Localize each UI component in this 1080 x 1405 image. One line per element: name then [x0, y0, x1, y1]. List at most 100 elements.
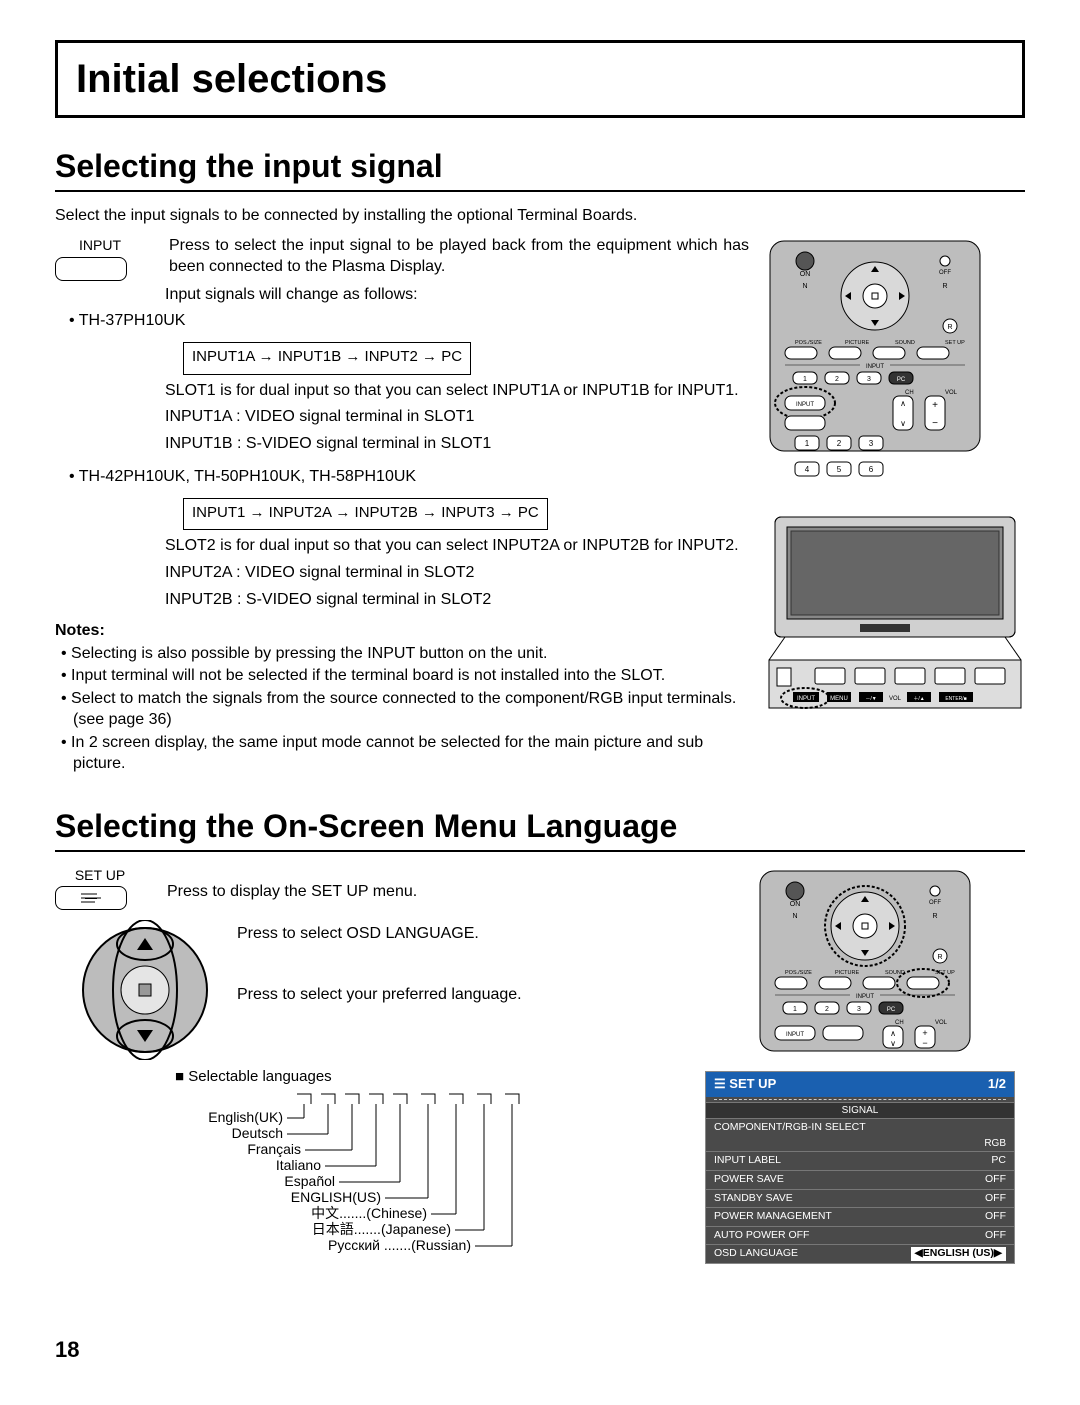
osd-menu: ☰ SET UP 1/2 SIGNAL COMPONENT/RGB-IN SEL…: [705, 1071, 1015, 1264]
svg-text:VOL: VOL: [945, 390, 958, 396]
slot1-a: INPUT1A : VIDEO signal terminal in SLOT1: [165, 407, 749, 428]
remote-numpad-row2: 4 5 6: [765, 457, 985, 487]
setup-button-icon: [55, 886, 127, 910]
page-title: Initial selections: [76, 53, 1004, 105]
model2: • TH-42PH10UK, TH-50PH10UK, TH-58PH10UK: [69, 467, 749, 488]
svg-text:2: 2: [837, 439, 842, 448]
svg-text:N: N: [792, 913, 797, 920]
svg-text:N: N: [802, 283, 807, 290]
osd-comp: COMPONENT/RGB-IN SELECT: [714, 1121, 866, 1135]
svg-text:1: 1: [803, 376, 807, 383]
svg-text:OFF: OFF: [939, 270, 951, 276]
osd-title: SET UP: [729, 1076, 776, 1091]
section2-body: SET UP Press to display the SET UP menu.: [55, 866, 689, 1296]
svg-text:−: −: [932, 418, 938, 429]
svg-text:Deutsch: Deutsch: [232, 1125, 283, 1141]
svg-text:Español: Español: [284, 1173, 335, 1189]
input-description: Press to select the input signal to be p…: [169, 236, 749, 278]
note-item: Select to match the signals from the sou…: [73, 689, 749, 731]
svg-text:INPUT: INPUT: [866, 364, 884, 370]
svg-text:3: 3: [867, 376, 871, 383]
svg-text:CH: CH: [905, 390, 914, 396]
svg-text:R: R: [942, 283, 947, 290]
remote-svg: ON OFF N R R POS./SIZEPICTURESOUNDSET UP…: [765, 236, 985, 456]
step3: Press to select your preferred language.: [237, 985, 689, 1006]
svg-text:PC: PC: [887, 1007, 896, 1013]
slot2-b: INPUT2B : S-VIDEO signal terminal in SLO…: [165, 590, 749, 611]
selectable-label: Selectable languages: [188, 1068, 331, 1085]
svg-text:ENGLISH(US): ENGLISH(US): [291, 1189, 381, 1205]
svg-text:1: 1: [805, 439, 810, 448]
section2-heading: Selecting the On-Screen Menu Language: [55, 806, 1025, 852]
svg-text:INPUT: INPUT: [797, 696, 815, 702]
svg-text:∧: ∧: [900, 399, 906, 408]
osd-page: 1/2: [988, 1076, 1006, 1093]
language-tree: English(UK) Deutsch Français Italiano Es…: [175, 1090, 595, 1290]
osd-signal: SIGNAL: [706, 1102, 1014, 1118]
cycle1: INPUT1A → INPUT1B → INPUT2 → PC: [183, 342, 471, 375]
dpad-diagram: [75, 920, 215, 1060]
svg-text:ON: ON: [790, 901, 801, 908]
svg-text:ON: ON: [800, 271, 811, 278]
notes-list: Selecting is also possible by pressing t…: [55, 644, 749, 775]
svg-text:5: 5: [837, 465, 842, 474]
svg-text:R: R: [937, 954, 942, 961]
setup-label: SET UP: [55, 866, 145, 884]
svg-text:R: R: [947, 324, 952, 331]
note-item: Selecting is also possible by pressing t…: [73, 644, 749, 665]
svg-text:∧: ∧: [890, 1029, 896, 1038]
note-item: In 2 screen display, the same input mode…: [73, 733, 749, 775]
model1: • TH-37PH10UK: [69, 311, 749, 332]
svg-text:−: −: [922, 1038, 927, 1048]
slot2-desc: SLOT2 is for dual input so that you can …: [165, 536, 749, 557]
step1: Press to display the SET UP menu.: [167, 866, 689, 903]
section1-intro: Select the input signals to be connected…: [55, 206, 1025, 227]
svg-text:Français: Français: [247, 1141, 301, 1157]
svg-text:VOL: VOL: [889, 696, 902, 702]
svg-text:SET UP: SET UP: [945, 340, 965, 346]
svg-text:R: R: [932, 913, 937, 920]
svg-text:OFF: OFF: [929, 900, 941, 906]
section1-body: INPUT Press to select the input signal t…: [55, 236, 749, 776]
svg-text:2: 2: [835, 376, 839, 383]
svg-text:Русский .......(Russian): Русский .......(Russian): [328, 1237, 471, 1253]
note-item: Input terminal will not be selected if t…: [73, 666, 749, 687]
svg-text:ENTER/■: ENTER/■: [945, 696, 966, 702]
svg-text:日本語.......(Japanese): 日本語.......(Japanese): [312, 1221, 451, 1237]
page-number: 18: [55, 1336, 1025, 1365]
section2-diagrams: ON OFF NR R POS./SIZEPICTURESOUNDSET UP …: [705, 866, 1025, 1264]
svg-text:4: 4: [805, 465, 810, 474]
svg-text:中文.......(Chinese): 中文.......(Chinese): [311, 1205, 427, 1221]
change-intro: Input signals will change as follows:: [165, 285, 749, 306]
svg-text:POS./SIZE: POS./SIZE: [795, 340, 822, 346]
svg-text:6: 6: [869, 465, 874, 474]
input-label: INPUT: [55, 236, 145, 254]
selectable-languages: ■ Selectable languages: [175, 1067, 689, 1296]
remote-svg-2: ON OFF NR R POS./SIZEPICTURESOUNDSET UP …: [755, 866, 975, 1056]
notes-heading: Notes:: [55, 621, 749, 642]
svg-text:3: 3: [869, 439, 874, 448]
slot1-desc: SLOT1 is for dual input so that you can …: [165, 381, 749, 402]
svg-text:＋/▲: ＋/▲: [913, 696, 924, 702]
page-title-box: Initial selections: [55, 40, 1025, 118]
section1-heading: Selecting the input signal: [55, 146, 1025, 192]
slot2-a: INPUT2A : VIDEO signal terminal in SLOT2: [165, 563, 749, 584]
svg-text:3: 3: [857, 1006, 861, 1013]
svg-text:+: +: [922, 1028, 927, 1038]
input-button-icon: [55, 257, 127, 281]
svg-text:POS./SIZE: POS./SIZE: [785, 970, 812, 976]
osd-rgb: RGB: [706, 1136, 1014, 1151]
svg-text:－/▼: －/▼: [865, 696, 876, 702]
svg-text:INPUT: INPUT: [856, 994, 874, 1000]
svg-text:INPUT: INPUT: [786, 1032, 804, 1038]
svg-text:∨: ∨: [900, 419, 906, 428]
svg-text:English(UK): English(UK): [208, 1109, 283, 1125]
svg-text:+: +: [932, 400, 938, 411]
svg-text:∨: ∨: [890, 1039, 896, 1048]
svg-text:PICTURE: PICTURE: [845, 340, 869, 346]
cycle2: INPUT1 → INPUT2A → INPUT2B → INPUT3 → PC: [183, 498, 548, 531]
remote-diagram-1: ON OFF N R R POS./SIZEPICTURESOUNDSET UP…: [765, 236, 1025, 718]
svg-text:PC: PC: [897, 377, 906, 383]
svg-text:CH: CH: [895, 1020, 904, 1026]
svg-text:MENU: MENU: [830, 696, 848, 702]
